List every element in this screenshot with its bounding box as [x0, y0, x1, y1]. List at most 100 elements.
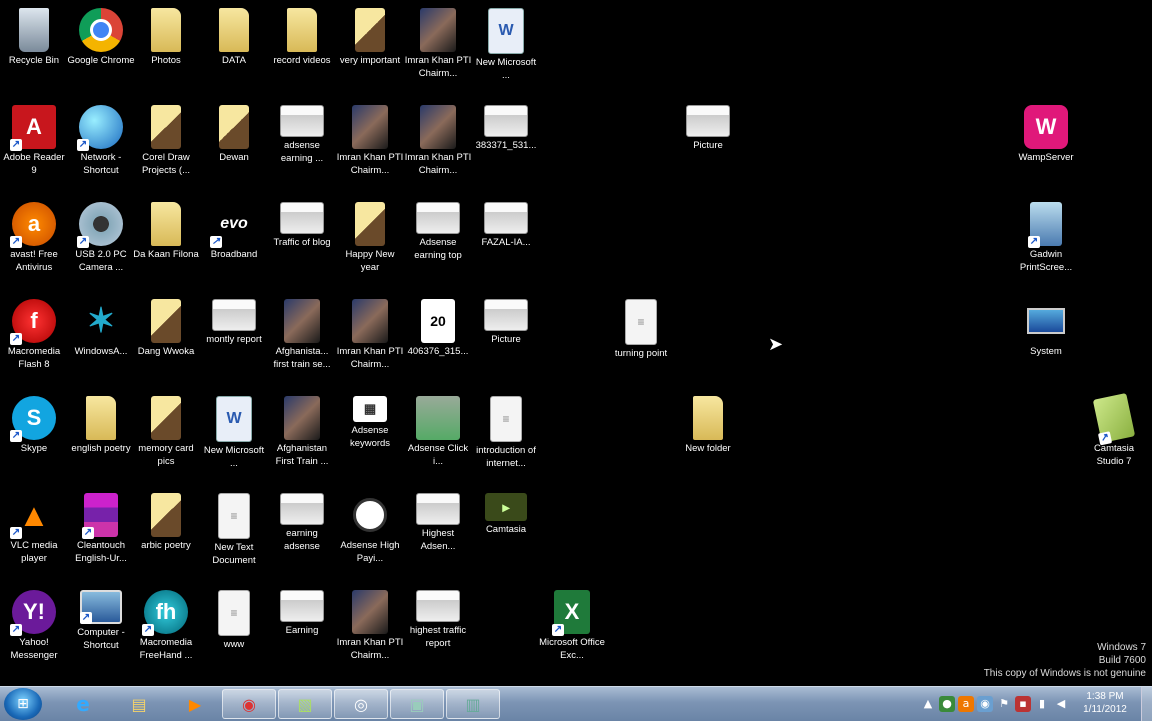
- icon-label: www: [223, 639, 245, 650]
- taskbar-media-player[interactable]: ▶: [168, 689, 222, 719]
- icon-label: turning point: [614, 348, 668, 359]
- desktop-icon-afghanista-first-train[interactable]: Afghanista... first train se...: [268, 295, 336, 381]
- tray-action-center-icon[interactable]: ⚑: [996, 696, 1012, 712]
- desktop-icon-record-videos[interactable]: record videos: [268, 4, 336, 90]
- desktop-icon-earning[interactable]: Earning: [268, 586, 336, 672]
- icon-label: Imran Khan PTI Chairm...: [336, 637, 404, 661]
- taskbar-notes[interactable]: ▧: [278, 689, 332, 719]
- desktop-icon-afghanistan-first-train[interactable]: Afghanistan First Train ...: [268, 392, 336, 478]
- desktop-icon-recycle-bin[interactable]: Recycle Bin: [0, 4, 68, 90]
- desktop-icon-adsense-earning-top[interactable]: Adsense earning top: [404, 198, 472, 284]
- desktop-icon-data[interactable]: DATA: [200, 4, 268, 90]
- desktop-icon-imran-khan-5[interactable]: Imran Khan PTI Chairm...: [336, 586, 404, 672]
- show-desktop-button[interactable]: [1141, 687, 1152, 721]
- desktop-icon-www[interactable]: ≡ www: [200, 586, 268, 672]
- taskbar-camtasia-recorder[interactable]: ◎: [334, 689, 388, 719]
- icon-label: montly report: [206, 334, 262, 345]
- tray-show-hidden-icon[interactable]: ▲: [920, 696, 936, 712]
- desktop-icon-adsense-click[interactable]: Adsense Click i...: [404, 392, 472, 478]
- taskbar-app[interactable]: ▣: [390, 689, 444, 719]
- desktop-icon-arbic-poetry[interactable]: arbic poetry: [132, 489, 200, 575]
- icon-label: Happy New year: [345, 249, 395, 273]
- desktop-icon-flash[interactable]: fMacromedia Flash 8: [0, 295, 68, 381]
- desktop-icon-windowsa[interactable]: ✶ WindowsA...: [67, 295, 135, 381]
- avast-icon: a: [10, 202, 56, 248]
- wamp-icon: W: [1024, 105, 1068, 149]
- desktop-icon-english-poetry[interactable]: english poetry: [67, 392, 135, 478]
- desktop-icon-yahoo[interactable]: Y!Yahoo! Messenger: [0, 586, 68, 672]
- desktop-icon-adsense-high-paying[interactable]: Adsense High Payi...: [336, 489, 404, 575]
- desktop-icon-picture-2[interactable]: Picture: [674, 101, 742, 187]
- desktop-icon-adsense-keywords[interactable]: ▦ Adsense keywords: [336, 392, 404, 478]
- desktop-icon-corel-draw[interactable]: Corel Draw Projects (...: [132, 101, 200, 187]
- desktop-icon-new-text-document[interactable]: ≡ New Text Document: [200, 489, 268, 575]
- desktop-icon-imran-khan-4[interactable]: Imran Khan PTI Chairm...: [336, 295, 404, 381]
- desktop-icon-network[interactable]: Network - Shortcut: [67, 101, 135, 187]
- desktop-icon-imran-khan-1[interactable]: Imran Khan PTI Chairm...: [404, 4, 472, 90]
- system-tray: ▲ ● a ◉ ⚑ ▪ ▮ ◀: [920, 693, 1069, 715]
- desktop-icon-cleantouch[interactable]: Cleantouch English-Ur...: [67, 489, 135, 575]
- desktop-icon-camtasia[interactable]: ▸ Camtasia: [472, 489, 540, 575]
- tray-camera-icon[interactable]: ◉: [977, 696, 993, 712]
- desktop-icon-imran-khan-2[interactable]: Imran Khan PTI Chairm...: [336, 101, 404, 187]
- desktop-icon-383371[interactable]: 383371_531...: [472, 101, 540, 187]
- laptop-icon: [1024, 299, 1068, 343]
- desktop-icon-usb-camera[interactable]: USB 2.0 PC Camera ...: [67, 198, 135, 284]
- desktop-icon-dang-wwoka[interactable]: Dang Wwoka: [132, 295, 200, 381]
- desktop-icon-highest-traffic[interactable]: highest traffic report: [404, 586, 472, 672]
- start-button[interactable]: ⊞: [4, 688, 42, 720]
- desktop-icon-new-microsoft-2[interactable]: W New Microsoft ...: [200, 392, 268, 478]
- icon-label: Yahoo! Messenger: [10, 637, 58, 661]
- desktop-icon-da-kaan-filona[interactable]: Da Kaan Filona: [132, 198, 200, 284]
- icon-label: introduction of internet...: [476, 445, 536, 469]
- taskbar-explorer[interactable]: ▤: [112, 689, 166, 719]
- taskbar-chrome[interactable]: ◉: [222, 689, 276, 719]
- desktop-icon-new-folder[interactable]: New folder: [674, 392, 742, 478]
- desktop-icon-traffic-of-blog[interactable]: Traffic of blog: [268, 198, 336, 284]
- tray-avast-icon[interactable]: a: [958, 696, 974, 712]
- desktop-icon-photos[interactable]: Photos: [132, 4, 200, 90]
- desktop-icon-dewan[interactable]: Dewan: [200, 101, 268, 187]
- desktop-icon-system[interactable]: System: [1012, 295, 1080, 381]
- taskbar-gadwin[interactable]: ▥: [446, 689, 500, 719]
- desktop-icon-montly-report[interactable]: montly report: [200, 295, 268, 381]
- desktop-icon-highest-adsense[interactable]: Highest Adsen...: [404, 489, 472, 575]
- desktop-icon-very-important[interactable]: very important: [336, 4, 404, 90]
- icon-label: FAZAL-IA...: [481, 237, 531, 248]
- explorer-icon: ▤: [131, 694, 147, 714]
- desktop-icon-earning-adsense[interactable]: earning adsense: [268, 489, 336, 575]
- star-icon: ✶: [86, 302, 116, 340]
- desktop-icon-skype[interactable]: SSkype: [0, 392, 68, 478]
- icon-label: New Microsoft ...: [203, 445, 265, 469]
- tray-volume-icon[interactable]: ◀: [1053, 696, 1069, 712]
- tray-app-icon[interactable]: ●: [939, 696, 955, 712]
- desktop-icon-freehand[interactable]: fhMacromedia FreeHand ...: [132, 586, 200, 672]
- desktop-icon-adsense-earning[interactable]: adsense earning ...: [268, 101, 336, 187]
- tray-gadwin-icon[interactable]: ▪: [1015, 696, 1031, 712]
- desktop-icon-fazal[interactable]: FAZAL-IA...: [472, 198, 540, 284]
- desktop-icon-406376[interactable]: 20 406376_315...: [404, 295, 472, 381]
- desktop-icon-adobe-reader[interactable]: AAdobe Reader 9: [0, 101, 68, 187]
- icon-label: New folder: [685, 443, 731, 454]
- tray-network-icon[interactable]: ▮: [1034, 696, 1050, 712]
- desktop-icon-wampserver[interactable]: W WampServer: [1012, 101, 1080, 187]
- icon-label: Picture: [491, 334, 521, 345]
- desktop-icon-broadband[interactable]: evoBroadband: [200, 198, 268, 284]
- desktop-icon-avast[interactable]: aavast! Free Antivirus: [0, 198, 68, 284]
- photo-icon: [352, 105, 388, 149]
- desktop-icon-computer[interactable]: Computer - Shortcut: [67, 586, 135, 672]
- desktop-icon-camtasia-studio[interactable]: Camtasia Studio 7: [1080, 392, 1148, 478]
- desktop-icon-picture-1[interactable]: Picture: [472, 295, 540, 381]
- desktop-icon-chrome[interactable]: Google Chrome: [67, 4, 135, 90]
- desktop-icon-introduction-of-internet[interactable]: ≡ introduction of internet...: [472, 392, 540, 478]
- desktop-icon-vlc[interactable]: ▲VLC media player: [0, 489, 68, 575]
- desktop-icon-memory-card-pics[interactable]: memory card pics: [132, 392, 200, 478]
- desktop-icon-gadwin[interactable]: Gadwin PrintScree...: [1012, 198, 1080, 284]
- desktop-icon-imran-khan-3[interactable]: Imran Khan PTI Chairm...: [404, 101, 472, 187]
- clock[interactable]: 1:38 PM 1/11/2012: [1072, 690, 1138, 716]
- taskbar-internet-explorer[interactable]: e: [56, 689, 110, 719]
- desktop-icon-new-microsoft-1[interactable]: W New Microsoft ...: [472, 4, 540, 90]
- desktop-icon-turning-point[interactable]: ≡ turning point: [607, 295, 675, 381]
- desktop-icon-excel[interactable]: XMicrosoft Office Exc...: [538, 586, 606, 672]
- desktop-icon-happy-new-year[interactable]: Happy New year: [336, 198, 404, 284]
